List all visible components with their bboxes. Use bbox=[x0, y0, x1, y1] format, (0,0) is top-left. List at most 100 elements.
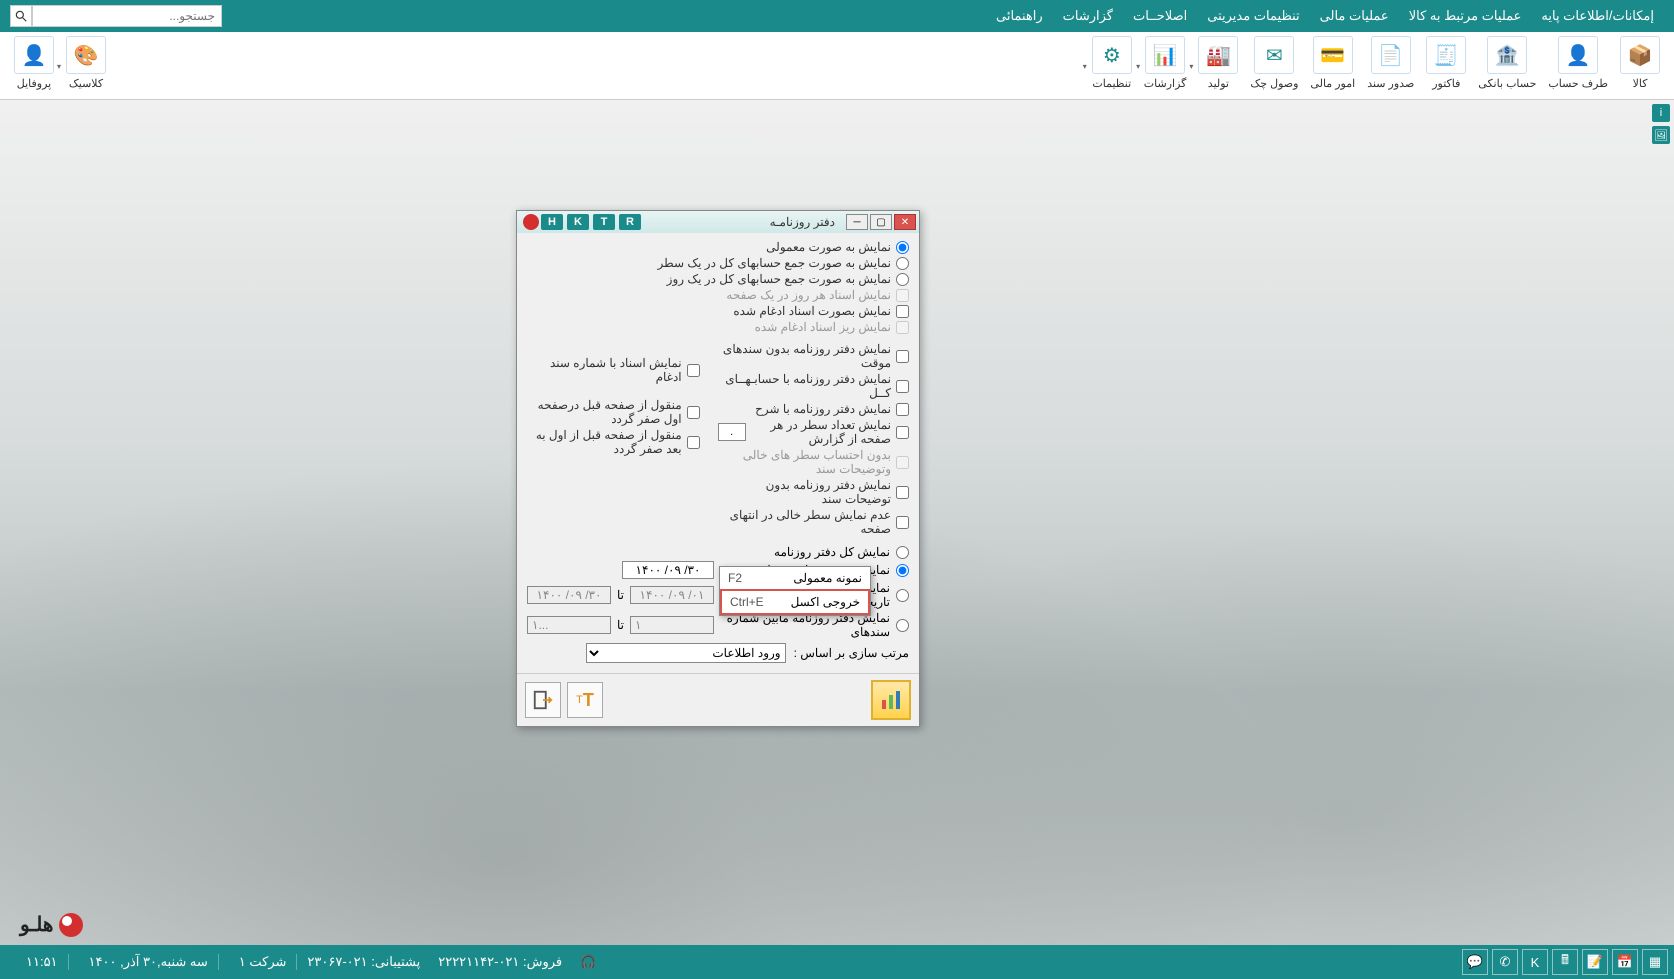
rb-cheque[interactable]: ✉وصول چک bbox=[1244, 36, 1304, 95]
menu-export-excel[interactable]: خروجی اکسل Ctrl+E bbox=[720, 589, 870, 615]
rb-label: صدور سند bbox=[1367, 77, 1414, 90]
rb-label: امور مالی bbox=[1310, 77, 1355, 90]
rb-financial[interactable]: 💳امور مالی bbox=[1304, 36, 1361, 95]
chk-merge-num[interactable]: نمایش اسناد با شماره سند ادغام bbox=[527, 355, 700, 385]
opt-sum-day[interactable]: نمایش به صورت جمع حسابهای کل در یک روز bbox=[527, 271, 909, 287]
checkbox[interactable] bbox=[687, 364, 700, 377]
run-report-button[interactable] bbox=[871, 680, 911, 720]
minimize-button[interactable]: ─ bbox=[846, 214, 868, 230]
exit-button[interactable] bbox=[525, 682, 561, 718]
text-settings-button[interactable]: TT bbox=[567, 682, 603, 718]
info-icon[interactable]: i bbox=[1652, 104, 1670, 122]
to-label: تا bbox=[617, 618, 624, 632]
chevron-down-icon: ▾ bbox=[1136, 62, 1140, 71]
chk-no-empty-end[interactable]: عدم نمایش سطر خالی در انتهای صفحه bbox=[718, 507, 909, 537]
chk-with-desc[interactable]: نمایش دفتر روزنامه با شرح bbox=[718, 401, 909, 417]
chk-merged[interactable]: نمایش بصورت اسناد ادغام شده bbox=[527, 303, 909, 319]
factory-icon: 🏭▾ bbox=[1198, 36, 1238, 74]
rb-classic[interactable]: 🎨▾کلاسیک bbox=[60, 36, 112, 95]
checkbox[interactable] bbox=[896, 350, 909, 363]
checkbox[interactable] bbox=[896, 426, 909, 439]
sb-calc-icon[interactable]: 🖩 bbox=[1552, 949, 1578, 975]
menu-mgmt-settings[interactable]: تنظیمات مدیریتی bbox=[1197, 8, 1309, 24]
chk-with-gl[interactable]: نمایش دفتر روزنامه با حسابـهــای کــل bbox=[718, 371, 909, 401]
maximize-button[interactable]: ▢ bbox=[870, 214, 892, 230]
checkbox[interactable] bbox=[896, 380, 909, 393]
label: نمایش تعداد سطر در هر صفحه از گزارش bbox=[755, 418, 891, 446]
key-r[interactable]: R bbox=[619, 214, 641, 230]
menu-goods-ops[interactable]: عملیات مرتبط به کالا bbox=[1399, 8, 1532, 24]
chk-rows-per-page[interactable]: نمایش تعداد سطر در هر صفحه از گزارش bbox=[718, 417, 909, 447]
radio[interactable] bbox=[896, 619, 909, 632]
gear-icon: ⚙▾ bbox=[1092, 36, 1132, 74]
chk-no-desc[interactable]: نمایش دفتر روزنامه بدون توضیحات سند bbox=[718, 477, 909, 507]
rb-profile[interactable]: 👤پروفایل bbox=[8, 36, 60, 95]
checkbox[interactable] bbox=[896, 305, 909, 318]
sb-chat-icon[interactable]: 💬 bbox=[1462, 949, 1488, 975]
palette-icon: 🎨▾ bbox=[66, 36, 106, 74]
checkbox[interactable] bbox=[687, 436, 700, 449]
rb-production[interactable]: 🏭▾تولید bbox=[1192, 36, 1244, 95]
radio[interactable] bbox=[896, 241, 909, 254]
sort-select[interactable]: ورود اطلاعات bbox=[586, 643, 786, 663]
close-button[interactable]: ✕ bbox=[894, 214, 916, 230]
rb-voucher[interactable]: 📄صدور سند bbox=[1361, 36, 1420, 95]
menu-normal-preview[interactable]: نمونه معمولی F2 bbox=[720, 567, 870, 589]
image-icon[interactable]: 🖼 bbox=[1652, 126, 1670, 144]
rb-account-side[interactable]: 👤طرف حساب bbox=[1542, 36, 1614, 95]
radio[interactable] bbox=[896, 273, 909, 286]
status-tools: ▦ 📅 📝 🖩 K ✆ 💬 bbox=[1462, 949, 1668, 975]
radio[interactable] bbox=[896, 257, 909, 270]
opt-sum-row[interactable]: نمایش به صورت جمع حسابهای کل در یک سطر bbox=[527, 255, 909, 271]
key-h[interactable]: H bbox=[541, 214, 563, 230]
sb-phone-icon[interactable]: ✆ bbox=[1492, 949, 1518, 975]
chk-carry-first-zero[interactable]: منقول از صفحه قبل درصفحه اول صفر گردد bbox=[527, 397, 700, 427]
radio[interactable] bbox=[896, 546, 909, 559]
rows-input[interactable] bbox=[718, 423, 746, 441]
checkbox[interactable] bbox=[687, 406, 700, 419]
num-to[interactable]: ۱... bbox=[527, 616, 611, 634]
ribbon: 📦کالا 👤طرف حساب 🏦حساب بانکی 🧾فاکتور 📄صدو… bbox=[0, 32, 1674, 100]
menu-corrections[interactable]: اصلاحــات bbox=[1123, 8, 1197, 24]
search-input[interactable] bbox=[32, 5, 222, 27]
chevron-down-icon: ▾ bbox=[1189, 62, 1193, 71]
key-t[interactable]: T bbox=[593, 214, 615, 230]
brand: هلـو bbox=[20, 912, 83, 937]
sb-note-icon[interactable]: 📝 bbox=[1582, 949, 1608, 975]
rb-reports[interactable]: 📊▾گزارشات bbox=[1138, 36, 1193, 95]
titlebar[interactable]: H K T R دفتر روزنامـه ─ ▢ ✕ bbox=[517, 211, 919, 233]
rb-bank[interactable]: 🏦حساب بانکی bbox=[1472, 36, 1542, 95]
key-k[interactable]: K bbox=[567, 214, 589, 230]
menu-financial-ops[interactable]: عملیات مالی bbox=[1310, 8, 1399, 24]
label: نمایش دفتر روزنامه بدون توضیحات سند bbox=[718, 478, 891, 506]
status-date: سه شنبه,۳۰ آذر, ۱۴۰۰ bbox=[79, 954, 219, 970]
chk-carry-after-zero[interactable]: منقول از صفحه قبل از اول به بعد صفر گردد bbox=[527, 427, 700, 457]
rb-invoice[interactable]: 🧾فاکتور bbox=[1420, 36, 1472, 95]
rb-goods[interactable]: 📦کالا bbox=[1614, 36, 1666, 95]
checkbox[interactable] bbox=[896, 403, 909, 416]
radio[interactable] bbox=[896, 564, 909, 577]
search-icon[interactable] bbox=[10, 5, 32, 27]
menu-reports[interactable]: گزارشات bbox=[1053, 8, 1123, 24]
opt-normal[interactable]: نمایش به صورت معمولی bbox=[527, 239, 909, 255]
status-bar: ▦ 📅 📝 🖩 K ✆ 💬 🎧 فروش: ۰۲۱-۲۲۲۲۱۱۴۲ پشتیب… bbox=[0, 945, 1674, 979]
sb-grid-icon[interactable]: ▦ bbox=[1642, 949, 1668, 975]
rb-settings[interactable]: ⚙▾تنظیمات bbox=[1086, 36, 1138, 95]
status-mid: 🎧 فروش: ۰۲۱-۲۲۲۲۱۱۴۲ پشتیبانی: ۰۲۱-۲۳۰۶۷ bbox=[297, 954, 1462, 970]
num-from[interactable]: ۱ bbox=[630, 616, 714, 634]
radio[interactable] bbox=[896, 589, 909, 602]
menu-help[interactable]: راهنمائی bbox=[986, 8, 1053, 24]
checkbox[interactable] bbox=[896, 516, 909, 529]
label: نمایش ریز اسناد ادغام شده bbox=[755, 320, 891, 334]
date-to[interactable]: ۱۴۰۰ /۰۹ /۳۰ bbox=[527, 586, 611, 604]
checkbox[interactable] bbox=[896, 486, 909, 499]
sb-k-icon[interactable]: K bbox=[1522, 949, 1548, 975]
dialog-footer: TT bbox=[517, 673, 919, 726]
sb-calendar-icon[interactable]: 📅 bbox=[1612, 949, 1638, 975]
menu-base[interactable]: إمكانات/اطلاعات پایه bbox=[1531, 8, 1664, 24]
chk-no-temp[interactable]: نمایش دفتر روزنامه بدون سندهای موقت bbox=[718, 341, 909, 371]
date-from[interactable]: ۱۴۰۰ /۰۹ /۰۱ bbox=[630, 586, 714, 604]
range-all[interactable]: نمایش کل دفتر روزنامه bbox=[527, 545, 909, 559]
chk-per-page: نمایش اسناد هر روز در یک صفحه bbox=[527, 287, 909, 303]
date-input[interactable]: ۱۴۰۰ /۰۹ /۳۰ bbox=[622, 561, 714, 579]
